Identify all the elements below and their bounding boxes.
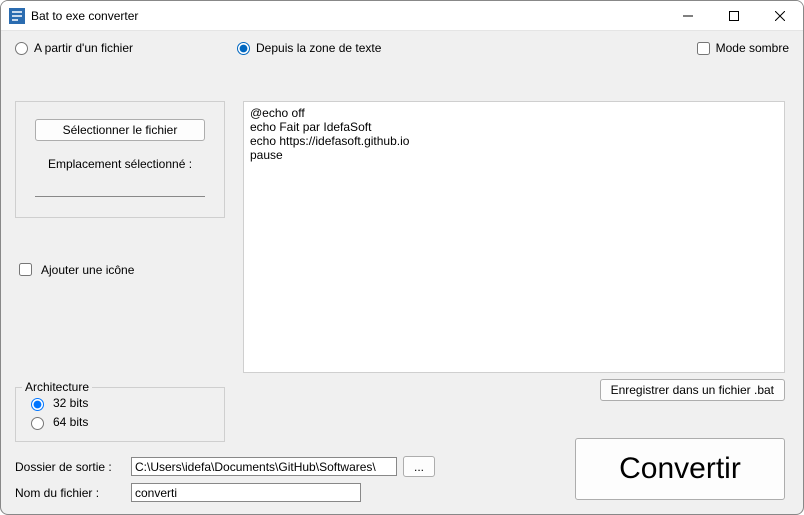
output-folder-label: Dossier de sortie : <box>15 460 125 474</box>
source-from-text-input[interactable] <box>237 42 250 55</box>
minimize-button[interactable] <box>665 1 711 31</box>
arch-64-input[interactable] <box>31 417 44 430</box>
close-button[interactable] <box>757 1 803 31</box>
selected-location-label: Emplacement sélectionné : <box>26 157 214 171</box>
file-group: Sélectionner le fichier Emplacement séle… <box>15 101 225 218</box>
add-icon-input[interactable] <box>19 263 32 276</box>
client-area: A partir d'un fichier Depuis la zone de … <box>1 31 803 514</box>
architecture-legend: Architecture <box>22 380 92 394</box>
title-bar: Bat to exe converter <box>1 1 803 31</box>
source-from-file-input[interactable] <box>15 42 28 55</box>
arch-32-input[interactable] <box>31 398 44 411</box>
source-from-file-label: A partir d'un fichier <box>34 41 133 55</box>
arch-32-radio[interactable]: 32 bits <box>26 395 214 411</box>
dark-mode-label: Mode sombre <box>716 41 789 55</box>
arch-64-label: 64 bits <box>53 415 88 429</box>
add-icon-label: Ajouter une icône <box>41 263 134 277</box>
code-textarea[interactable] <box>243 101 785 373</box>
dark-mode-checkbox[interactable]: Mode sombre <box>697 41 789 55</box>
save-bat-button[interactable]: Enregistrer dans un fichier .bat <box>600 379 785 401</box>
output-folder-input[interactable] <box>131 457 397 476</box>
convert-button-label: Convertir <box>619 452 741 486</box>
architecture-group: Architecture 32 bits 64 bits <box>15 387 225 442</box>
output-name-label: Nom du fichier : <box>15 486 125 500</box>
arch-32-label: 32 bits <box>53 396 88 410</box>
maximize-button[interactable] <box>711 1 757 31</box>
arch-64-radio[interactable]: 64 bits <box>26 414 214 430</box>
convert-button[interactable]: Convertir <box>575 438 785 500</box>
source-from-file-radio[interactable]: A partir d'un fichier <box>15 41 229 55</box>
source-from-text-label: Depuis la zone de texte <box>256 41 381 55</box>
select-file-button[interactable]: Sélectionner le fichier <box>35 119 205 141</box>
browse-folder-button[interactable]: ... <box>403 456 435 477</box>
app-icon <box>9 8 25 24</box>
output-name-input[interactable] <box>131 483 361 502</box>
app-window: Bat to exe converter A partir d'un fichi… <box>0 0 804 515</box>
selected-location-value <box>35 179 205 197</box>
source-from-text-radio[interactable]: Depuis la zone de texte <box>237 41 381 55</box>
window-title: Bat to exe converter <box>31 9 138 23</box>
dark-mode-input[interactable] <box>697 42 710 55</box>
add-icon-checkbox[interactable]: Ajouter une icône <box>15 260 225 279</box>
